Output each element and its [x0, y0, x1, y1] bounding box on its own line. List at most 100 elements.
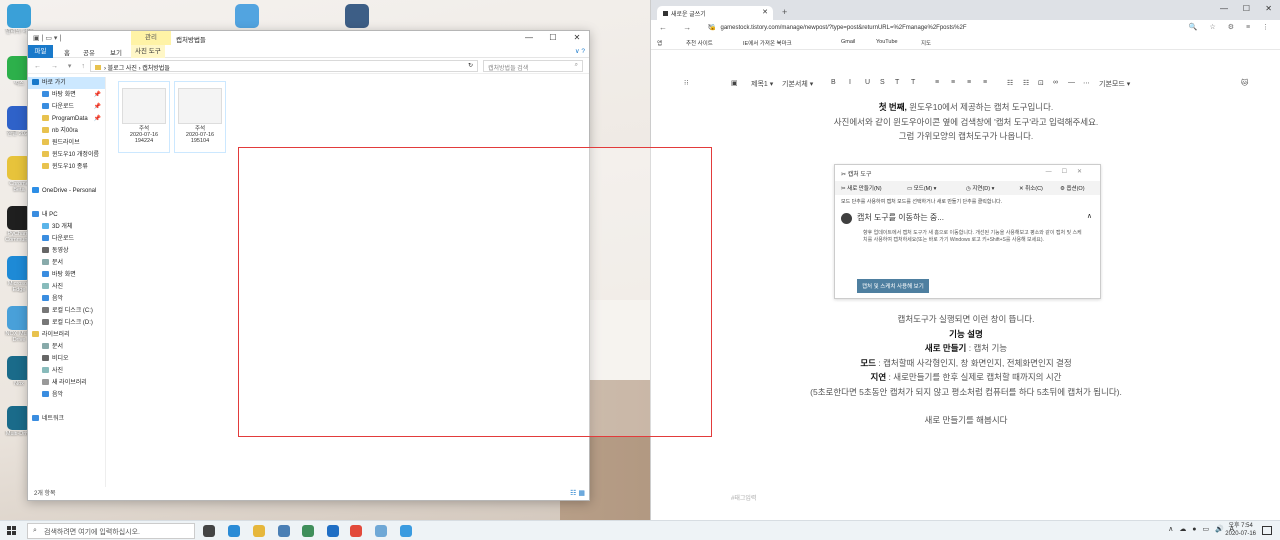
nav-item[interactable]: 바탕 화면	[28, 269, 105, 281]
bookmark-item[interactable]: Gmail	[841, 39, 855, 45]
minimize-button[interactable]: —	[517, 31, 541, 45]
editor-tool-button[interactable]: ⊡	[1038, 79, 1044, 87]
taskbar-app-icon[interactable]	[253, 525, 265, 537]
nav-item[interactable]: 새 라이브러리	[28, 377, 105, 389]
nav-item[interactable]: 내 PC	[28, 209, 105, 221]
nav-item[interactable]: 윈도우10 개정이름	[28, 149, 105, 161]
editor-tool-button[interactable]: ⋯	[1083, 79, 1090, 87]
clock[interactable]: 오후 7:54 2020-07-16	[1225, 523, 1256, 538]
editor-tool-button[interactable]: B	[831, 79, 836, 86]
tab-close-icon[interactable]: ✕	[762, 8, 768, 16]
bookmark-item[interactable]: 추천 사이트	[686, 39, 713, 47]
bookmark-item[interactable]: YouTube	[876, 39, 898, 45]
maximize-button[interactable]: ☐	[541, 31, 565, 45]
taskbar-app-icon[interactable]	[375, 525, 387, 537]
nav-item[interactable]: 음악	[28, 389, 105, 401]
nav-item[interactable]: ProgramData 📌	[28, 113, 105, 125]
nav-item[interactable]: 네트워크	[28, 413, 105, 425]
file-item[interactable]: 주석 2020-07-16 194224	[118, 81, 170, 153]
bookmark-item[interactable]: 앱	[657, 39, 662, 47]
start-button[interactable]	[7, 526, 17, 536]
nav-item[interactable]: 바로 가기	[28, 77, 105, 89]
notification-icon[interactable]	[1262, 526, 1272, 535]
post-editor-body[interactable]: 첫 번째, 윈도우10에서 제공하는 캡처 도구입니다. 사진에서와 같이 윈도…	[651, 100, 1280, 144]
nav-item[interactable]: 3D 개체	[28, 221, 105, 233]
tag-input[interactable]: #태그입력	[731, 493, 756, 502]
editor-tool-button[interactable]: ≡	[951, 79, 955, 86]
nav-item[interactable]: 윈도우10 종류	[28, 161, 105, 173]
editor-tool-button[interactable]: ☷	[1007, 79, 1013, 87]
nav-item[interactable]: 비디오	[28, 353, 105, 365]
editor-tool-button[interactable]: ⁝⁝	[684, 79, 688, 87]
editor-tool-button[interactable]: T	[911, 79, 915, 86]
search-input[interactable]: 캡처방법들 검색 ⌕	[483, 60, 583, 72]
editor-tool-button[interactable]: ☷	[1023, 79, 1029, 87]
tab-picture-tools[interactable]: 사진 도구	[131, 45, 165, 58]
close-button[interactable]: ✕	[1265, 4, 1272, 13]
editor-tool-button[interactable]: ∞	[1053, 79, 1058, 86]
nav-item[interactable]: 라이브러리	[28, 329, 105, 341]
editor-tool-button[interactable]: ≡	[967, 79, 971, 86]
tab-file[interactable]: 파일	[28, 45, 53, 58]
file-item[interactable]: 주석 2020-07-16 195104	[174, 81, 226, 153]
taskbar-app-icon[interactable]	[327, 525, 339, 537]
taskbar-app-icon[interactable]	[203, 525, 215, 537]
nav-item[interactable]: 음악	[28, 293, 105, 305]
editor-tool-button[interactable]: U	[865, 79, 870, 86]
view-toggle-icons[interactable]: ☷ ▦	[570, 489, 585, 497]
nav-item[interactable]: 사진	[28, 365, 105, 377]
taskbar-app-icon[interactable]	[350, 525, 362, 537]
nav-item-label: 3D 개체	[52, 224, 73, 230]
address-path[interactable]: › 블로그 사진 › 캡처방법들 ↻	[90, 60, 478, 72]
nav-item[interactable]: 문서	[28, 257, 105, 269]
capture-selection-rect[interactable]	[238, 147, 712, 437]
app-icon	[235, 4, 259, 28]
url-bar[interactable]: 🔒 gamestock.tistory.com/manage/newpost/?t…	[703, 22, 1193, 34]
taskbar-app-icon[interactable]	[302, 525, 314, 537]
new-tab-button[interactable]: +	[782, 7, 787, 17]
manage-contextual-tab[interactable]: 관리	[131, 31, 171, 45]
bookmark-item[interactable]: 지도	[921, 39, 931, 47]
ribbon-help-icon[interactable]: ∨ ?	[575, 47, 585, 55]
minimize-button[interactable]: —	[1220, 4, 1228, 13]
editor-tool-button[interactable]: 기본서체 ▾	[782, 79, 813, 89]
nav-item[interactable]: nb 지00ra	[28, 125, 105, 137]
nav-item[interactable]: 문서	[28, 341, 105, 353]
nav-item[interactable]: 로컬 디스크 (C:)	[28, 305, 105, 317]
editor-tool-button[interactable]: T	[895, 79, 899, 86]
tab-home[interactable]: 홈	[64, 47, 70, 57]
close-button[interactable]: ✕	[565, 31, 589, 45]
tab-view[interactable]: 보기	[110, 47, 122, 57]
taskbar-app-icon[interactable]	[228, 525, 240, 537]
nav-item[interactable]: 원드라이브	[28, 137, 105, 149]
editor-tool-button[interactable]: ≡	[935, 79, 939, 86]
editor-tool-button[interactable]: S	[880, 79, 885, 86]
editor-tool-button[interactable]: —	[1068, 79, 1075, 86]
nav-item-label: 비디오	[52, 356, 69, 362]
nav-item[interactable]: 로컬 디스크 (D:)	[28, 317, 105, 329]
maximize-button[interactable]: ☐	[1243, 4, 1250, 13]
navigation-arrows[interactable]: ← → ▾ ↑	[34, 62, 89, 70]
editor-tool-button[interactable]: ▣	[731, 79, 738, 87]
editor-tool-button[interactable]: 🐱	[1241, 79, 1248, 87]
tab-share[interactable]: 공유	[83, 47, 95, 57]
taskbar-app-icon[interactable]	[400, 525, 412, 537]
doc-line: (5초로한다면 5초동안 캡처가 되지 않고 평소처럼 컴퓨터를 하다 5초뒤에…	[810, 386, 1122, 397]
nav-item[interactable]: 사진	[28, 281, 105, 293]
nav-item[interactable]: 바탕 화면 📌	[28, 89, 105, 101]
browser-toolbar-icons[interactable]: 🔍 ☆ ⚙ ≡ ⋮	[1189, 23, 1274, 31]
taskbar-search-input[interactable]: ⌕ 검색하려면 여기에 입력하십시오.	[27, 523, 195, 539]
editor-tool-button[interactable]: I	[849, 79, 851, 86]
nav-item[interactable]: OneDrive - Personal	[28, 185, 105, 197]
bookmark-item[interactable]: IE에서 가져온 북마크	[743, 39, 792, 47]
taskbar-app-icon[interactable]	[278, 525, 290, 537]
nav-item[interactable]: 다운로드	[28, 233, 105, 245]
editor-tool-button[interactable]: 제목1 ▾	[751, 79, 773, 89]
refresh-icon[interactable]: ↻	[468, 62, 473, 69]
quick-access-toolbar[interactable]: ▣ | ▭ ▾ |	[33, 34, 61, 42]
nav-item[interactable]: 동영상	[28, 245, 105, 257]
browser-tab[interactable]: 새로운 글쓰기 ✕	[657, 6, 773, 20]
nav-item[interactable]: 다운로드 📌	[28, 101, 105, 113]
editor-tool-button[interactable]: 기본모드 ▾	[1099, 79, 1130, 89]
editor-tool-button[interactable]: ≡	[983, 79, 987, 86]
